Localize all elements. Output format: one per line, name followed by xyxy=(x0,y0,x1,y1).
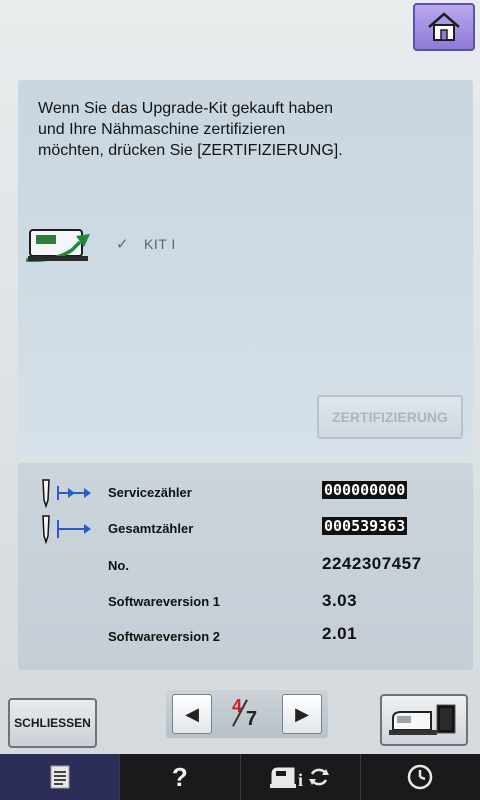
kit-status-row: ✓ KIT I xyxy=(24,224,224,266)
machine-info-icon: i xyxy=(270,767,330,790)
house-icon xyxy=(428,12,460,41)
home-button[interactable] xyxy=(413,3,475,51)
total-counter-value: 000539363 xyxy=(322,517,408,535)
next-page-button[interactable]: ▶ xyxy=(282,694,322,734)
instruction-line-1: Wenn Sie das Upgrade-Kit gekauft haben xyxy=(38,100,334,117)
svg-text:i: i xyxy=(298,770,303,790)
page-navigator: ◀ 4 7 ▶ xyxy=(166,690,328,738)
taskbar: ? i xyxy=(0,754,480,800)
software-version-2-value: 2.01 xyxy=(322,624,358,643)
sewing-machine-display-icon xyxy=(389,704,456,735)
needle-total-icon xyxy=(42,515,91,544)
kit-label: KIT I xyxy=(144,236,176,252)
help-button[interactable]: ? xyxy=(119,754,239,800)
serial-number-value: 2242307457 xyxy=(322,554,422,573)
machine-settings-button[interactable] xyxy=(380,694,468,746)
upgrade-instructions: Wenn Sie das Upgrade-Kit gekauft haben u… xyxy=(38,98,458,161)
service-counter-label: Servicezähler xyxy=(108,485,192,500)
service-counter-value: 000000000 xyxy=(322,481,408,499)
sewing-machine-upgrade-icon xyxy=(25,229,90,263)
serial-number-label: No. xyxy=(108,558,129,573)
instruction-line-2: und Ihre Nähmaschine zertifizieren xyxy=(38,121,286,138)
triangle-left-icon: ◀ xyxy=(185,703,199,724)
clock-button[interactable] xyxy=(359,754,480,800)
prev-page-button[interactable]: ◀ xyxy=(172,694,212,734)
software-version-1-value: 3.03 xyxy=(322,591,358,610)
close-button[interactable]: SCHLIESSEN xyxy=(8,698,97,748)
machine-help-button[interactable]: i xyxy=(239,754,360,800)
needle-service-icon xyxy=(42,479,91,508)
page-indicator: 4 7 xyxy=(230,696,270,734)
clock-icon xyxy=(408,764,433,790)
check-icon: ✓ xyxy=(116,236,129,253)
total-pages: 7 xyxy=(246,708,258,730)
triangle-right-icon: ▶ xyxy=(295,703,309,724)
certify-button[interactable]: ZERTIFIZIERUNG xyxy=(317,395,463,439)
software-version-1-label: Softwareversion 1 xyxy=(108,594,220,609)
manual-button[interactable] xyxy=(0,754,120,800)
total-counter-label: Gesamtzähler xyxy=(108,521,194,536)
software-version-2-label: Softwareversion 2 xyxy=(108,629,220,644)
document-icon xyxy=(50,765,70,789)
instruction-line-3: möchten, drücken Sie [ZERTIFIZIERUNG]. xyxy=(38,142,343,159)
